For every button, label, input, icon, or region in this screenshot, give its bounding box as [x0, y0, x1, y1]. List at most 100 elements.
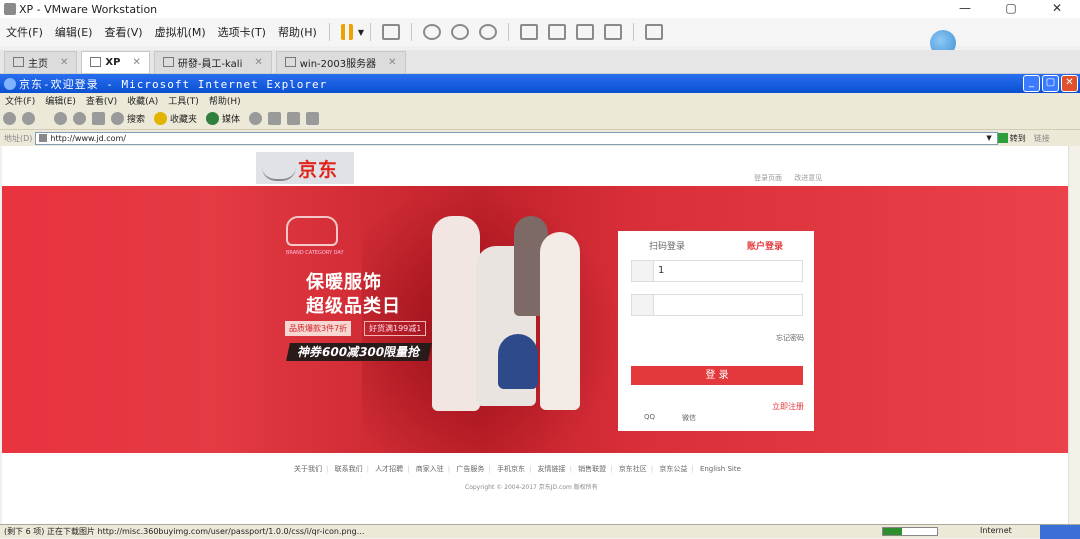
ie-menu-view[interactable]: 查看(V) — [81, 94, 122, 107]
edit-icon[interactable] — [306, 112, 320, 125]
footer-link[interactable]: 联系我们 — [335, 465, 363, 473]
console-view-icon[interactable] — [644, 24, 663, 40]
media-button[interactable]: 媒体 — [222, 112, 240, 125]
ie-statusbar: (剩下 6 项) 正在下载图片 http://misc.360buyimg.co… — [0, 524, 1080, 539]
fullscreen-icon[interactable] — [575, 24, 594, 40]
stop-icon[interactable] — [54, 112, 67, 125]
minimize-button[interactable]: — — [942, 0, 988, 18]
go-label: 转到 — [1009, 133, 1026, 143]
toolbar-separator — [410, 23, 412, 41]
chevron-down-icon[interactable]: ▼ — [358, 28, 364, 37]
menu-vm[interactable]: 虚拟机(M) — [149, 24, 212, 40]
snapshot-manager-icon[interactable] — [478, 24, 497, 40]
media-icon[interactable] — [206, 112, 220, 125]
jd-logo[interactable]: 京东 — [256, 152, 354, 184]
address-dropdown-icon[interactable]: ▼ — [986, 134, 991, 142]
ie-maximize-button[interactable]: ▢ — [1042, 75, 1059, 92]
jd-dog-icon — [262, 155, 296, 181]
tab-xp[interactable]: XP ✕ — [81, 50, 150, 73]
category-day-logo-sub: BRAND CATEGORY DAY — [286, 250, 344, 256]
go-button[interactable]: 转到 — [997, 133, 1026, 144]
favorites-button[interactable]: 收藏夹 — [170, 112, 197, 125]
footer-link[interactable]: 京东社区 — [619, 465, 647, 473]
footer-link[interactable]: 商家入驻 — [416, 465, 444, 473]
revert-snapshot-icon[interactable] — [450, 24, 469, 40]
ie-menu-help[interactable]: 帮助(H) — [204, 94, 246, 107]
password-field[interactable] — [631, 294, 803, 316]
thumbnail-view-icon[interactable] — [547, 24, 566, 40]
tab-close-icon[interactable]: ✕ — [254, 57, 262, 68]
register-link[interactable]: 立即注册 — [772, 401, 804, 412]
menu-view[interactable]: 查看(V) — [98, 24, 148, 40]
print-icon[interactable] — [287, 112, 301, 125]
footer-link[interactable]: 关于我们 — [294, 465, 322, 473]
search-icon[interactable] — [111, 112, 124, 125]
ie-menu-favorites[interactable]: 收藏(A) — [122, 94, 163, 107]
footer-link[interactable]: 友情链接 — [538, 465, 566, 473]
vmware-window-title: XP - VMware Workstation — [19, 2, 158, 16]
toolbar-separator — [507, 23, 509, 41]
close-button[interactable]: ✕ — [1034, 0, 1080, 18]
security-zone: Internet — [980, 526, 1012, 535]
links-label[interactable]: 链接 — [1034, 133, 1050, 144]
top-link[interactable]: 改进意见 — [794, 174, 822, 182]
username-field[interactable]: 1 — [631, 260, 803, 282]
address-input[interactable]: http://www.jd.com/ — [35, 131, 999, 145]
tab-close-icon[interactable]: ✕ — [132, 57, 140, 68]
ie-menu-edit[interactable]: 编辑(E) — [40, 94, 81, 107]
star-icon[interactable] — [154, 112, 168, 125]
jd-logo-text: 京东 — [298, 158, 339, 181]
tab-account-login[interactable]: 账户登录 — [716, 239, 814, 252]
footer-link[interactable]: 手机京东 — [497, 465, 525, 473]
footer-link[interactable]: 销售联盟 — [578, 465, 606, 473]
footer-link[interactable]: English Site — [700, 465, 741, 473]
tab-label: 研發-員工-kali — [177, 58, 243, 70]
qq-login-link[interactable]: QQ — [644, 413, 655, 421]
send-ctrl-alt-del-icon[interactable] — [381, 24, 400, 40]
footer-link[interactable]: 京东公益 — [659, 465, 687, 473]
tab-close-icon[interactable]: ✕ — [388, 57, 396, 68]
menu-edit[interactable]: 编辑(E) — [49, 24, 99, 40]
page-icon — [39, 134, 48, 142]
pause-icon[interactable] — [340, 24, 353, 40]
forward-icon[interactable] — [22, 112, 35, 125]
menu-help[interactable]: 帮助(H) — [272, 24, 323, 40]
login-button[interactable]: 登 录 — [631, 366, 803, 385]
refresh-icon[interactable] — [73, 112, 86, 125]
tab-label: win-2003服务器 — [299, 58, 377, 70]
promo-coupon: 神券600减300限量抢 — [286, 343, 433, 361]
vm-icon — [284, 57, 296, 67]
maximize-button[interactable]: ▢ — [988, 0, 1034, 18]
ie-addressbar: 地址(D) http://www.jd.com/ ▼ 转到 链接 — [0, 130, 1080, 146]
snapshot-icon[interactable] — [422, 24, 441, 40]
footer-link[interactable]: 广告服务 — [456, 465, 484, 473]
home-icon — [13, 57, 24, 67]
wechat-login-link[interactable]: 微信 — [682, 413, 696, 423]
menu-file[interactable]: 文件(F) — [0, 24, 49, 40]
tab-home[interactable]: 主页 ✕ — [4, 50, 78, 73]
top-link[interactable]: 登录页面 — [754, 174, 782, 182]
search-button[interactable]: 搜索 — [127, 112, 145, 125]
promo-banner[interactable]: BRAND CATEGORY DAY 保暖服饰 超级品类日 品质爆款3件7折 好… — [2, 186, 1068, 453]
ie-minimize-button[interactable]: _ — [1023, 75, 1040, 92]
address-value: http://www.jd.com/ — [50, 133, 126, 143]
menu-tabs[interactable]: 选项卡(T) — [212, 24, 272, 40]
footer-link[interactable]: 人才招聘 — [375, 465, 403, 473]
tab-kali[interactable]: 研發-員工-kali ✕ — [153, 50, 272, 73]
toolbar-separator — [632, 23, 634, 41]
forgot-password-link[interactable]: 忘记密码 — [776, 333, 804, 343]
page-scrollbar[interactable] — [1068, 146, 1080, 524]
ie-menu-tools[interactable]: 工具(T) — [163, 94, 204, 107]
unity-icon[interactable] — [603, 24, 622, 40]
tab-win2003[interactable]: win-2003服务器 ✕ — [275, 50, 406, 73]
tab-close-icon[interactable]: ✕ — [60, 57, 68, 68]
back-icon[interactable] — [3, 112, 16, 125]
tab-qr-login[interactable]: 扫码登录 — [618, 239, 716, 252]
history-icon[interactable] — [249, 112, 263, 125]
ie-close-button[interactable]: ✕ — [1061, 75, 1078, 92]
library-view-icon[interactable] — [519, 24, 538, 40]
mail-icon[interactable] — [268, 112, 282, 125]
ie-menu-file[interactable]: 文件(F) — [0, 94, 40, 107]
home-icon[interactable] — [92, 112, 105, 125]
model-figure — [432, 216, 480, 411]
